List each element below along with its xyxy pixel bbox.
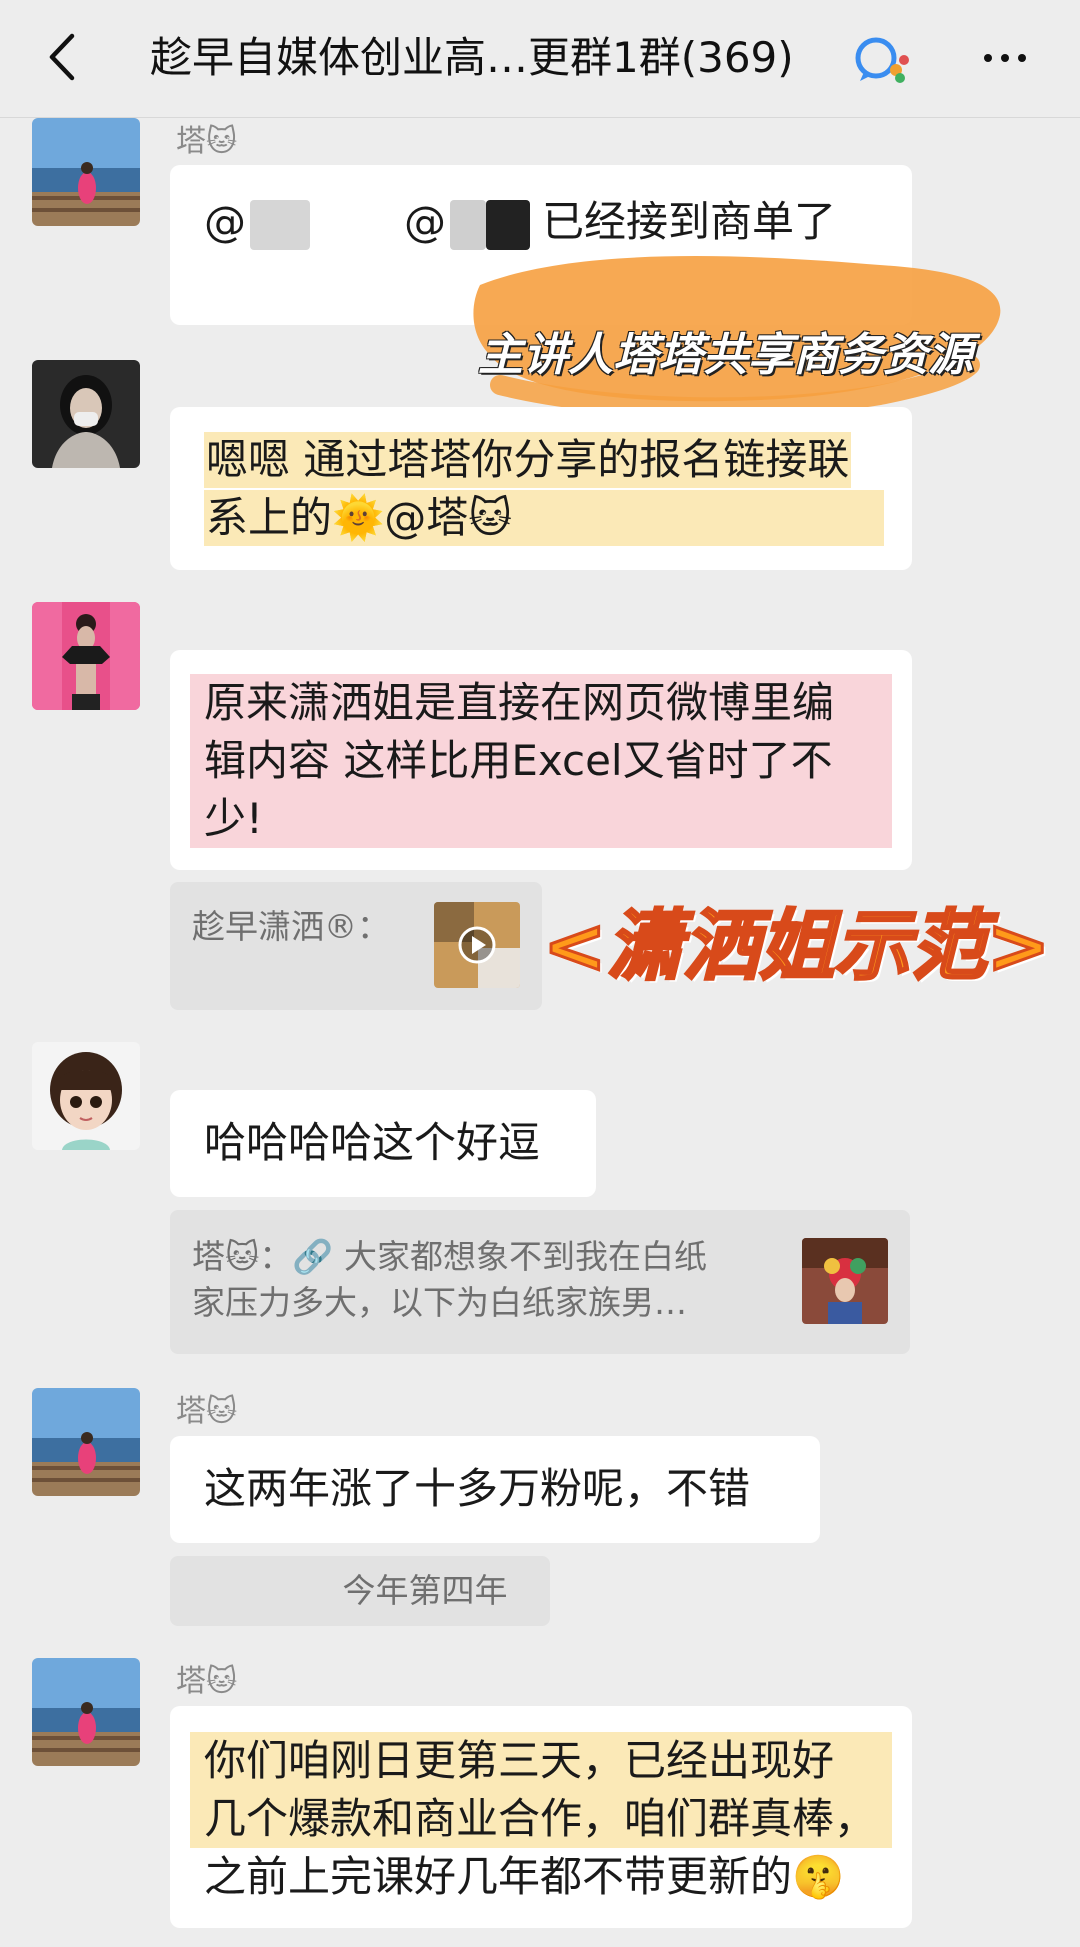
- dot-icon: [984, 54, 992, 62]
- message-bubble[interactable]: 你们咱刚日更第三天，已经出现好 几个爆款和商业合作，咱们群真棒， 之前上完课好几…: [170, 1706, 912, 1928]
- quote-text: 塔🐱：🔗 大家都想象不到我在白纸: [192, 1237, 707, 1276]
- overlay-caption: <潇洒姐示范>: [541, 900, 1051, 992]
- message-text: 之前上完课好几年都不带更新的🤫: [204, 1852, 845, 1901]
- mention[interactable]: @: [204, 197, 246, 246]
- message-text: 哈哈哈哈这个好逗: [204, 1118, 541, 1167]
- mention[interactable]: @: [404, 197, 446, 246]
- message-text: 原来潇洒姐是直接在网页微博里编: [204, 678, 835, 727]
- message-text: 系上的🌞@塔🐱: [204, 490, 884, 546]
- message-bubble[interactable]: 这两年涨了十多万粉呢，不错: [170, 1436, 820, 1543]
- link-thumbnail[interactable]: [802, 1238, 888, 1324]
- quoted-message[interactable]: 趁早潇洒®：: [170, 882, 542, 1010]
- avatar[interactable]: [32, 1388, 140, 1496]
- quoted-message[interactable]: 塔🐱：🔗 大家都想象不到我在白纸 家压力多大，以下为白纸家族男…: [170, 1210, 910, 1354]
- avatar[interactable]: [32, 118, 140, 226]
- overlay-caption: 主讲人塔塔共享商务资源: [478, 328, 974, 381]
- message-text: 少!: [204, 794, 263, 843]
- more-options-button[interactable]: [975, 30, 1035, 86]
- message-bubble[interactable]: 嗯嗯 通过塔塔你分享的报名链接联 系上的🌞@塔🐱: [170, 407, 912, 570]
- sender-name: 塔🐱: [176, 1664, 238, 1699]
- quoted-message[interactable]: 今年第四年: [170, 1556, 550, 1626]
- back-button[interactable]: [36, 22, 86, 92]
- dot-icon: [1018, 54, 1026, 62]
- message-text: 这两年涨了十多万粉呢，不错: [204, 1464, 751, 1513]
- message-bubble[interactable]: 哈哈哈哈这个好逗: [170, 1090, 596, 1197]
- message-text: 几个爆款和商业合作，咱们群真棒，: [204, 1794, 877, 1843]
- chat-title: 趁早自媒体创业高…更群1群(369): [150, 33, 794, 82]
- message-text: 你们咱刚日更第三天，已经出现好: [204, 1736, 835, 1785]
- message-bubble[interactable]: 原来潇洒姐是直接在网页微博里编 辑内容 这样比用Excel又省时了不 少!: [170, 650, 912, 870]
- sender-name: 塔🐱: [176, 1394, 238, 1429]
- message-text: 嗯嗯 通过塔塔你分享的报名链接联: [204, 432, 852, 488]
- dot-icon: [1001, 54, 1009, 62]
- avatar[interactable]: [32, 1042, 140, 1150]
- avatar[interactable]: [32, 1658, 140, 1766]
- avatar[interactable]: [32, 602, 140, 710]
- quote-text: 今年第四年: [342, 1571, 508, 1610]
- avatar[interactable]: [32, 360, 140, 468]
- video-thumbnail[interactable]: [434, 902, 520, 988]
- sender-name: 塔🐱: [176, 124, 238, 159]
- chat-header: 趁早自媒体创业高…更群1群(369): [0, 0, 1080, 118]
- message-text: 辑内容 这样比用Excel又省时了不: [204, 736, 833, 785]
- quote-text: 家压力多大，以下为白纸家族男…: [192, 1283, 687, 1322]
- group-chat-icon[interactable]: [850, 34, 912, 84]
- quote-sender: 趁早潇洒®：: [192, 907, 390, 946]
- chevron-left-icon: [49, 33, 75, 81]
- blurred-name: [250, 199, 310, 250]
